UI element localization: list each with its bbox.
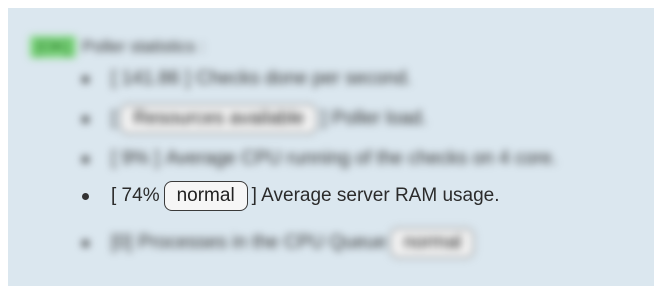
list-item-checks-per-second: [ 141.86 ] Checks done per second. bbox=[82, 68, 412, 90]
poller-statistics-header: [OK] Poller statistics : bbox=[30, 36, 205, 58]
item-prefix: [ 74% bbox=[111, 185, 160, 206]
cpu-queue-badge: normal bbox=[390, 228, 475, 258]
ok-status-tag: [OK] bbox=[30, 36, 77, 58]
ram-status-badge: normal bbox=[163, 181, 248, 211]
list-item-cpu-queue: [0] Processes in the CPU Queue normal bbox=[82, 228, 478, 258]
item-prefix: [ 141.86 ] bbox=[111, 68, 191, 89]
item-suffix: Checks done per second. bbox=[196, 68, 412, 89]
bullet-icon bbox=[82, 75, 89, 83]
item-prefix: [ 9% ] bbox=[111, 148, 160, 169]
item-suffix: Average CPU running of the checks on 4 c… bbox=[165, 148, 558, 169]
item-suffix: ] Average server RAM usage. bbox=[251, 185, 500, 206]
item-suffix: Processes in the CPU Queue bbox=[138, 232, 387, 253]
item-prefix: [0] bbox=[111, 232, 133, 253]
item-suffix: ] Poller load. bbox=[321, 108, 427, 129]
item-prefix: [ bbox=[111, 108, 117, 129]
bullet-icon bbox=[82, 155, 89, 163]
bullet-icon bbox=[82, 192, 89, 200]
list-item-cpu-running: [ 9% ] Average CPU running of the checks… bbox=[82, 148, 557, 170]
poller-load-badge: Resources available bbox=[120, 104, 318, 134]
poller-statistics-panel: [OK] Poller statistics : [ 141.86 ] Check… bbox=[8, 8, 654, 286]
list-item-poller-load: [ Resources available ] Poller load. bbox=[82, 104, 427, 134]
list-item-ram-usage: [ 74% normal ] Average server RAM usage. bbox=[82, 181, 500, 211]
bullet-icon bbox=[82, 115, 89, 123]
bullet-icon bbox=[82, 239, 89, 247]
header-title: Poller statistics : bbox=[82, 37, 205, 56]
